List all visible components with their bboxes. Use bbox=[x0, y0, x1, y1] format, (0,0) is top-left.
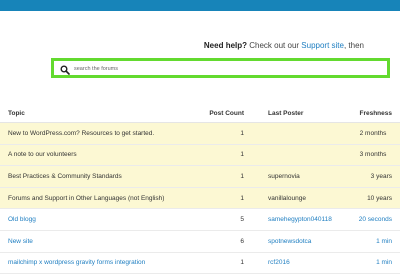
table-row: Best Practices & Community Standards 1 s… bbox=[0, 165, 400, 188]
post-count: 1 bbox=[196, 122, 254, 145]
last-poster[interactable] bbox=[254, 144, 354, 167]
post-count-header[interactable]: Post Count bbox=[196, 104, 254, 123]
last-poster[interactable]: spotnewsdotca bbox=[268, 238, 311, 245]
help-tail: , then bbox=[343, 41, 364, 50]
search-box[interactable] bbox=[51, 58, 390, 78]
topic-header[interactable]: Topic bbox=[0, 104, 196, 123]
post-count: 1 bbox=[196, 144, 254, 167]
topics-table: Topic Post Count Last Poster Freshness N… bbox=[0, 104, 400, 274]
topic-link[interactable]: New site bbox=[8, 238, 33, 245]
last-poster[interactable]: supernovia bbox=[254, 165, 354, 188]
last-poster[interactable] bbox=[254, 122, 354, 145]
last-poster[interactable]: rcf2016 bbox=[268, 259, 290, 266]
table-row: Forums and Support in Other Languages (n… bbox=[0, 187, 400, 210]
post-count: 1 bbox=[196, 187, 254, 210]
search-icon bbox=[60, 65, 70, 75]
post-count: 1 bbox=[196, 165, 254, 188]
help-lead: Need help? bbox=[203, 41, 248, 50]
table-row: New site 6 spotnewsdotca 1 min bbox=[0, 230, 400, 253]
post-count: 6 bbox=[196, 230, 254, 253]
topic-link[interactable]: A note to our volunteers bbox=[0, 144, 196, 167]
table-row: New to WordPress.com? Resources to get s… bbox=[0, 122, 400, 145]
freshness[interactable]: 10 years bbox=[354, 187, 400, 210]
topic-link[interactable]: New to WordPress.com? Resources to get s… bbox=[0, 122, 196, 145]
freshness[interactable]: 3 years bbox=[354, 165, 400, 188]
table-header-row: Topic Post Count Last Poster Freshness bbox=[0, 104, 400, 123]
freshness[interactable]: 1 min bbox=[376, 238, 392, 245]
freshness[interactable]: 20 seconds bbox=[359, 216, 392, 223]
freshness-header[interactable]: Freshness bbox=[354, 104, 400, 123]
topic-link[interactable]: Best Practices & Community Standards bbox=[0, 165, 196, 188]
post-count: 1 bbox=[196, 252, 254, 274]
table-row: Old blogg 5 samehegypton040118 20 second… bbox=[0, 208, 400, 231]
last-poster[interactable]: samehegypton040118 bbox=[268, 216, 332, 223]
topic-link[interactable]: Forums and Support in Other Languages (n… bbox=[0, 187, 196, 210]
help-text: Need help? Check out our Support site, t… bbox=[0, 41, 364, 50]
help-middle: Check out our bbox=[247, 41, 302, 50]
last-poster-header[interactable]: Last Poster bbox=[254, 104, 354, 123]
top-header-bar bbox=[0, 0, 400, 11]
post-count: 5 bbox=[196, 208, 254, 231]
freshness[interactable]: 2 months bbox=[354, 122, 400, 145]
last-poster[interactable]: vanillalounge bbox=[254, 187, 354, 210]
topic-link[interactable]: mailchimp x wordpress gravity forms inte… bbox=[8, 259, 145, 266]
freshness[interactable]: 3 months bbox=[354, 144, 400, 167]
table-row: mailchimp x wordpress gravity forms inte… bbox=[0, 252, 400, 274]
topic-link[interactable]: Old blogg bbox=[8, 216, 36, 223]
support-site-link[interactable]: Support site bbox=[301, 41, 344, 50]
table-row: A note to our volunteers 1 3 months bbox=[0, 144, 400, 167]
freshness[interactable]: 1 min bbox=[376, 259, 392, 266]
search-input[interactable] bbox=[74, 63, 374, 75]
